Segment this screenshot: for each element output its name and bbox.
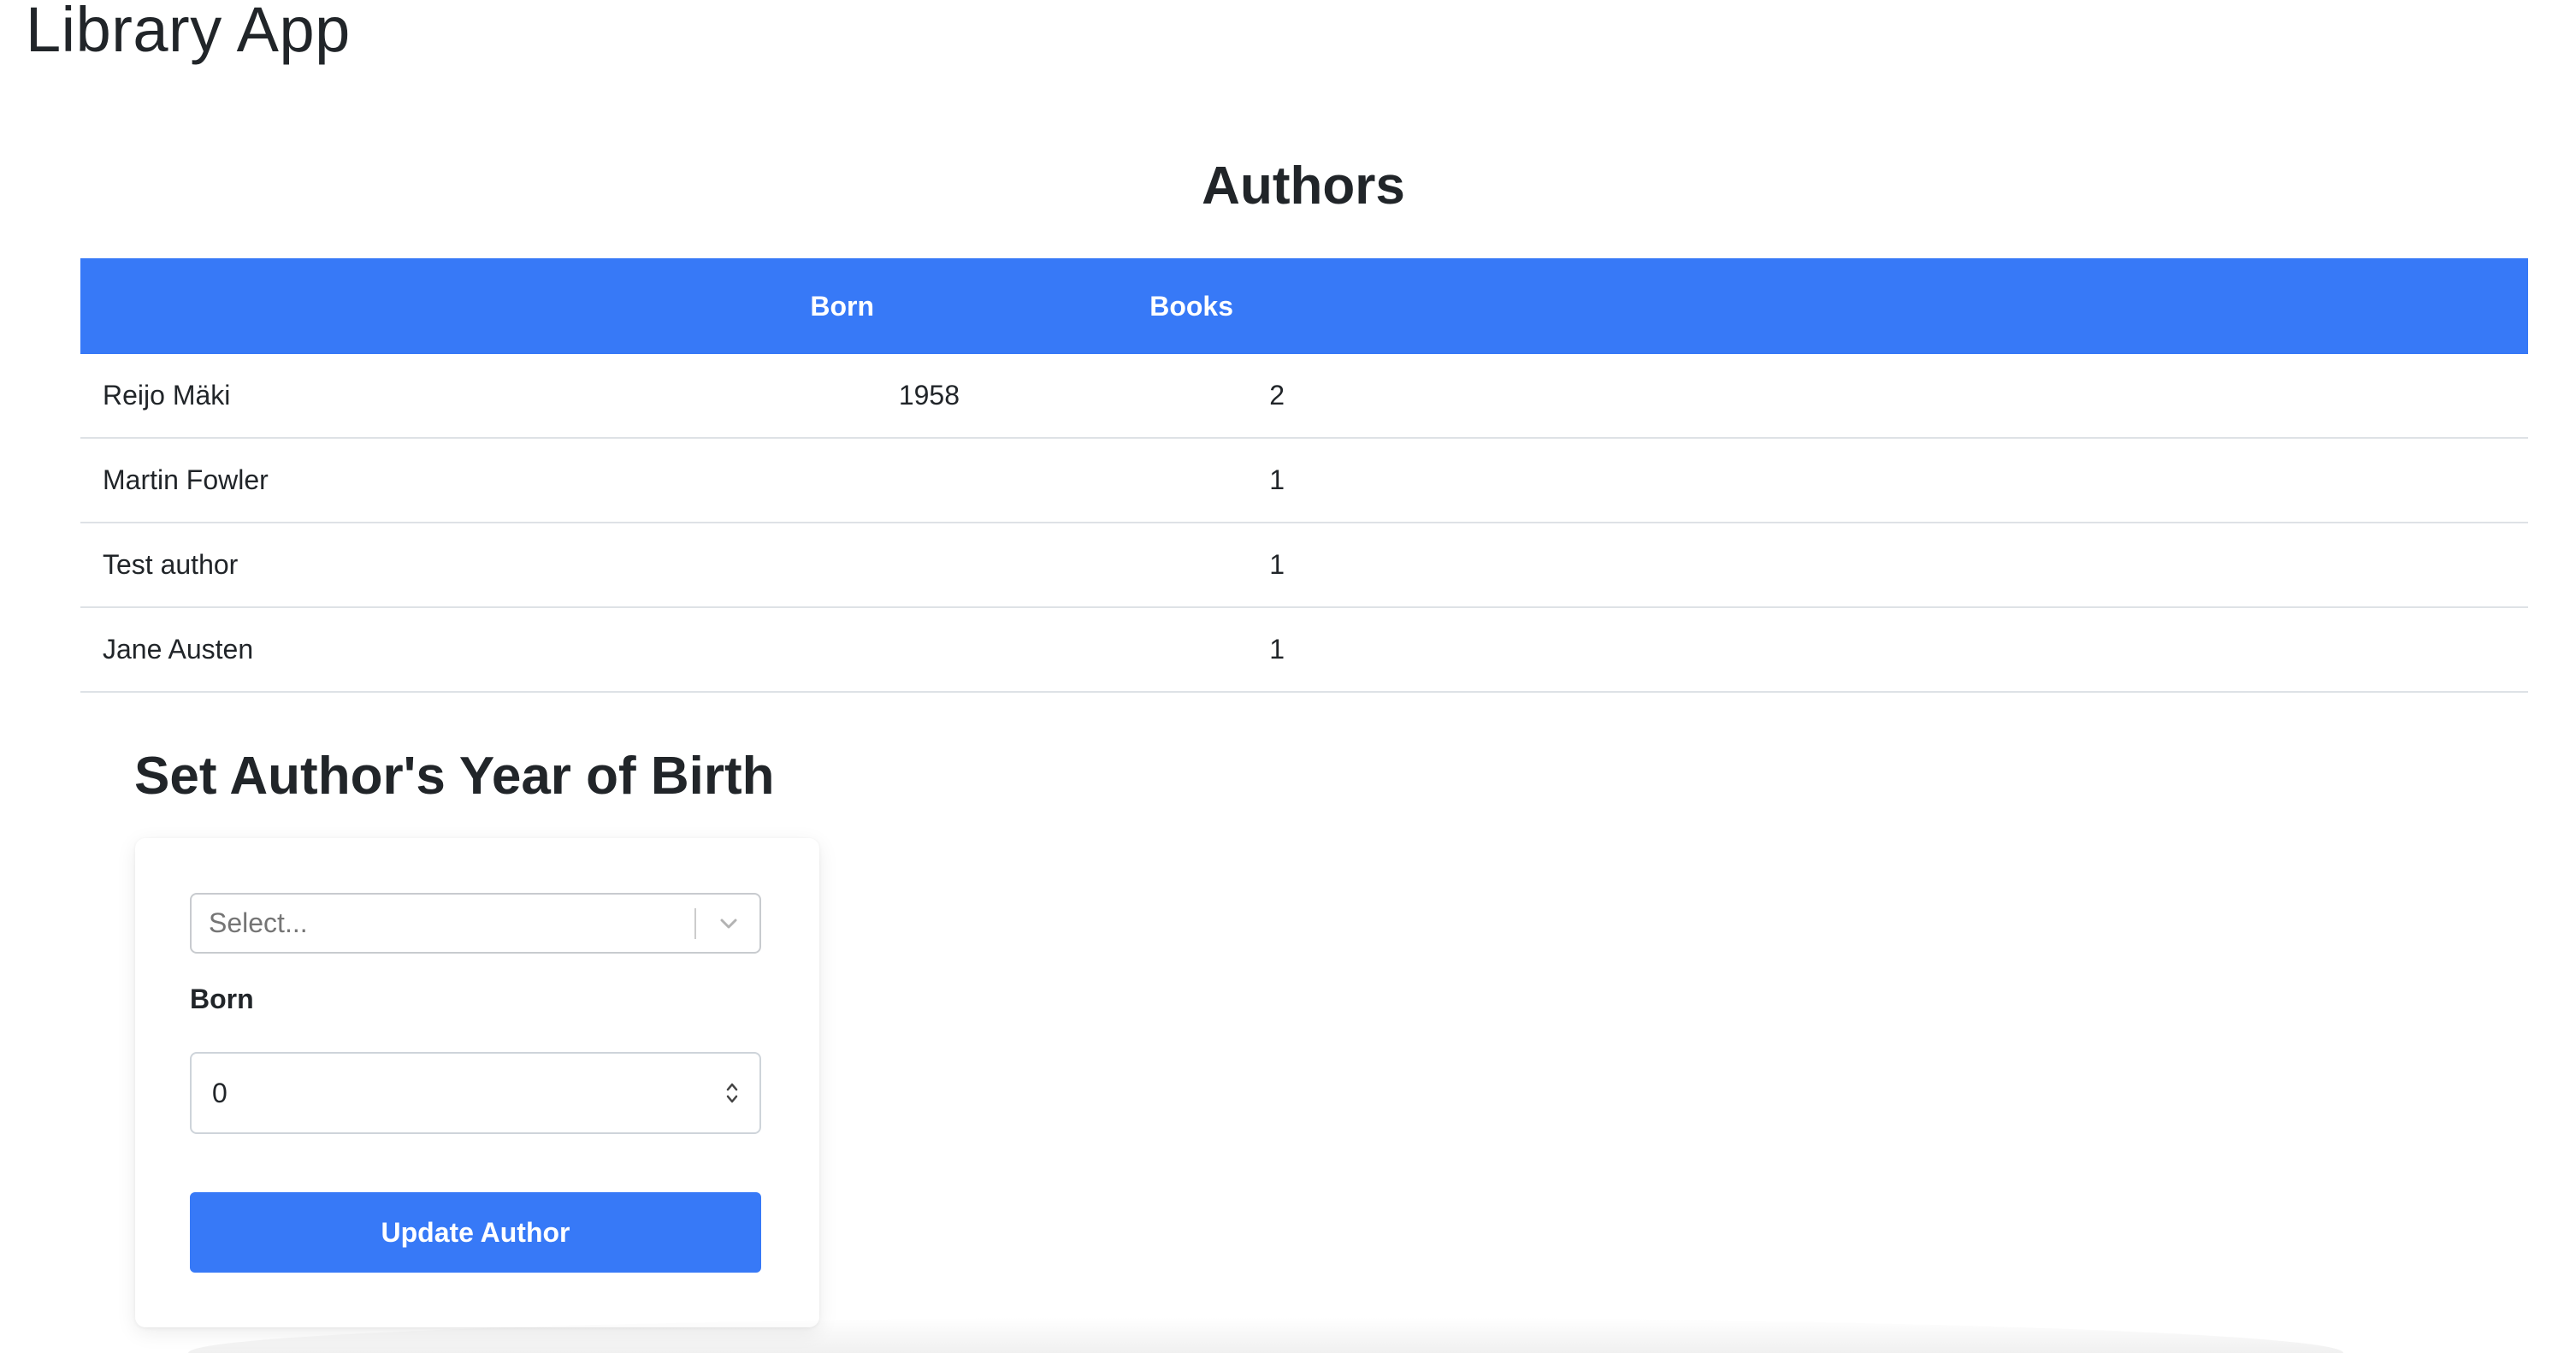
column-header-books: Books bbox=[960, 258, 1285, 354]
author-books-cell: 2 bbox=[960, 354, 1285, 439]
author-born-cell bbox=[626, 438, 960, 523]
column-header-spacer bbox=[1285, 258, 2528, 354]
authors-table: Born Books Reijo Mäki 1958 2 Martin Fowl… bbox=[80, 258, 2528, 693]
author-born-cell bbox=[626, 523, 960, 608]
author-select-placeholder: Select... bbox=[209, 907, 308, 938]
author-books-cell: 1 bbox=[960, 438, 1285, 523]
number-spinner-icon[interactable] bbox=[724, 1079, 741, 1107]
born-input-value: 0 bbox=[212, 1078, 227, 1108]
row-spacer-cell bbox=[1285, 438, 2528, 523]
author-name-cell: Reijo Mäki bbox=[80, 354, 626, 439]
app-title: Library App bbox=[26, 0, 351, 65]
table-row: Reijo Mäki 1958 2 bbox=[80, 354, 2528, 439]
author-born-cell bbox=[626, 607, 960, 693]
table-row: Test author 1 bbox=[80, 523, 2528, 608]
authors-heading: Authors bbox=[1202, 157, 1405, 216]
library-app-page: Library App Authors Born Books Reijo Mäk… bbox=[0, 0, 2576, 1353]
author-select[interactable]: Select... bbox=[190, 893, 761, 954]
table-row: Jane Austen 1 bbox=[80, 607, 2528, 693]
select-divider bbox=[694, 908, 696, 939]
row-spacer-cell bbox=[1285, 354, 2528, 439]
author-name-cell: Martin Fowler bbox=[80, 438, 626, 523]
author-books-cell: 1 bbox=[960, 523, 1285, 608]
author-born-cell: 1958 bbox=[626, 354, 960, 439]
author-name-cell: Test author bbox=[80, 523, 626, 608]
born-input[interactable]: 0 bbox=[190, 1052, 761, 1134]
birth-form-heading: Set Author's Year of Birth bbox=[134, 747, 775, 806]
row-spacer-cell bbox=[1285, 607, 2528, 693]
born-label: Born bbox=[190, 984, 254, 1014]
table-row: Martin Fowler 1 bbox=[80, 438, 2528, 523]
column-header-name bbox=[80, 258, 626, 354]
birth-form-card: Select... Born 0 Update Author bbox=[135, 838, 819, 1327]
author-name-cell: Jane Austen bbox=[80, 607, 626, 693]
column-header-born: Born bbox=[626, 258, 960, 354]
authors-table-header-row: Born Books bbox=[80, 258, 2528, 354]
author-books-cell: 1 bbox=[960, 607, 1285, 693]
update-author-button[interactable]: Update Author bbox=[190, 1192, 761, 1273]
row-spacer-cell bbox=[1285, 523, 2528, 608]
chevron-down-icon[interactable] bbox=[712, 907, 746, 941]
